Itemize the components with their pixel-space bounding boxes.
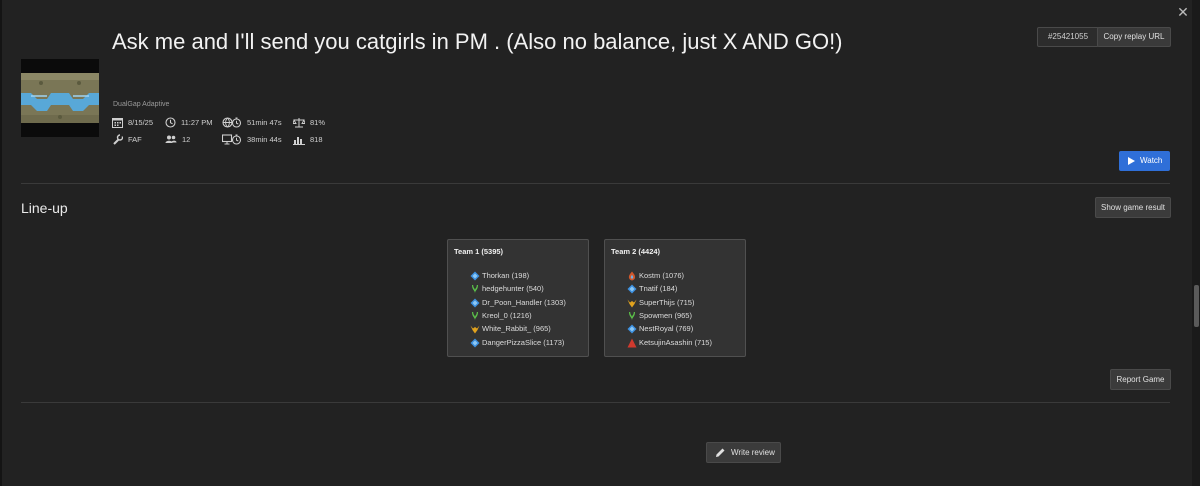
replay-duration-value: 38min 44s	[247, 135, 282, 144]
globe-timer-icon	[222, 117, 242, 128]
player-name-rating: Kreol_0 (1216)	[482, 310, 532, 322]
write-review-label: Write review	[731, 448, 775, 457]
clock-icon	[165, 117, 176, 128]
player-rating: (1173)	[543, 337, 565, 347]
calendar-icon	[112, 118, 123, 128]
player-rating: (965)	[674, 310, 692, 320]
player-name: Tnatif	[639, 284, 658, 294]
player-name: Kostm	[639, 271, 661, 280]
player-count-value: 12	[182, 135, 191, 144]
seraphim-faction-icon	[472, 311, 478, 321]
game-duration-value: 51min 47s	[247, 118, 282, 127]
close-icon[interactable]: ✕	[1176, 5, 1190, 19]
copy-replay-url-button[interactable]: Copy replay URL	[1097, 27, 1171, 47]
date-value: 8/15/25	[128, 118, 154, 127]
report-game-button[interactable]: Report Game	[1110, 369, 1171, 390]
seraphim-faction-icon	[629, 311, 635, 321]
player-name-rating: Kostm (1076)	[639, 270, 684, 282]
map-name: DualGap Adaptive	[113, 101, 170, 108]
avg-rating-value: 818	[310, 135, 323, 144]
scrollbar[interactable]	[1192, 0, 1200, 486]
scrollbar-thumb[interactable]	[1194, 285, 1199, 327]
player-name-rating: White_Rabbit_ (965)	[482, 323, 551, 335]
player-name-rating: DangerPizzaSlice (1173)	[482, 337, 564, 349]
player-name: NestRoyal	[639, 324, 674, 334]
team-card-2: Team 2 (4424) Kostm (1076) Tnatif (184) Su…	[604, 239, 746, 357]
aeon-faction-icon	[470, 271, 480, 281]
seraphim-faction-icon	[472, 285, 478, 294]
player-name: KetsujinAsashin	[639, 337, 693, 347]
write-review-button[interactable]: Write review	[706, 442, 781, 463]
player-name: DangerPizzaSlice	[482, 337, 542, 347]
player-name: Thorkan	[482, 271, 510, 280]
player-rating: (540)	[526, 284, 544, 294]
player-name: hedgehunter	[482, 284, 525, 294]
balance-scale-icon	[293, 118, 305, 128]
cybran-faction-icon	[627, 299, 637, 308]
divider	[21, 183, 1170, 184]
divider	[21, 402, 1170, 403]
player-name: Kreol_0	[482, 310, 508, 320]
player-name: White_Rabbit_	[482, 324, 532, 334]
player-name-rating: Dr_Poon_Handler (1303)	[482, 297, 566, 309]
monitor-timer-icon	[222, 134, 242, 145]
wrench-icon	[113, 134, 123, 145]
player-name-rating: Thorkan (198)	[482, 270, 529, 282]
team-card-1: Team 1 (5395) Thorkan (198) hedgehunter (…	[447, 239, 589, 357]
cybran-faction-icon	[470, 325, 480, 334]
players-icon	[165, 135, 177, 143]
player-name: Spowmen	[639, 310, 673, 320]
player-rating: (184)	[659, 284, 678, 294]
aeon-faction-icon	[470, 338, 480, 347]
player-rating: (769)	[675, 324, 694, 334]
player-rating: (715)	[676, 297, 695, 307]
team-title: Team 1 (5395)	[454, 247, 504, 256]
random-faction-icon	[628, 271, 636, 281]
bar-chart-icon	[293, 137, 305, 145]
time-value: 11:27 PM	[181, 118, 213, 127]
aeon-faction-icon	[627, 284, 637, 294]
player-name-rating: hedgehunter (540)	[482, 283, 544, 295]
player-rating: (1303)	[544, 297, 566, 307]
player-name: SuperThijs	[639, 297, 675, 307]
player-rating: (198)	[511, 271, 530, 280]
player-name-rating: Spowmen (965)	[639, 310, 692, 322]
show-game-result-button[interactable]: Show game result	[1095, 197, 1171, 218]
player-rating: (965)	[533, 324, 551, 334]
window-left-edge	[0, 0, 2, 486]
team-title: Team 2 (4424)	[611, 247, 661, 256]
featured-mod-value: FAF	[128, 135, 142, 144]
play-icon	[1128, 157, 1135, 165]
game-details-window: ✕ Ask me and I'll send you catgirls in P…	[0, 0, 1200, 486]
player-name-rating: SuperThijs (715)	[639, 297, 694, 309]
player-name: Dr_Poon_Handler	[482, 297, 543, 307]
watch-label: Watch	[1140, 156, 1163, 165]
player-rating: (715)	[694, 337, 712, 347]
player-name-rating: KetsujinAsashin (715)	[639, 337, 712, 349]
uef-faction-icon	[627, 338, 637, 347]
player-name-rating: Tnatif (184)	[639, 283, 677, 295]
player-rating: (1216)	[509, 310, 532, 320]
game-title: Ask me and I'll send you catgirls in PM …	[112, 29, 843, 54]
pencil-icon	[716, 448, 725, 457]
aeon-faction-icon	[627, 324, 637, 334]
watch-button[interactable]: Watch	[1119, 151, 1170, 171]
map-preview	[21, 59, 99, 137]
lineup-heading: Line-up	[21, 200, 68, 216]
aeon-faction-icon	[470, 298, 480, 308]
player-name-rating: NestRoyal (769)	[639, 323, 693, 335]
player-rating: (1076)	[662, 271, 685, 280]
replay-id-field[interactable]: #25421055	[1037, 27, 1099, 47]
quality-value: 81%	[310, 118, 326, 127]
